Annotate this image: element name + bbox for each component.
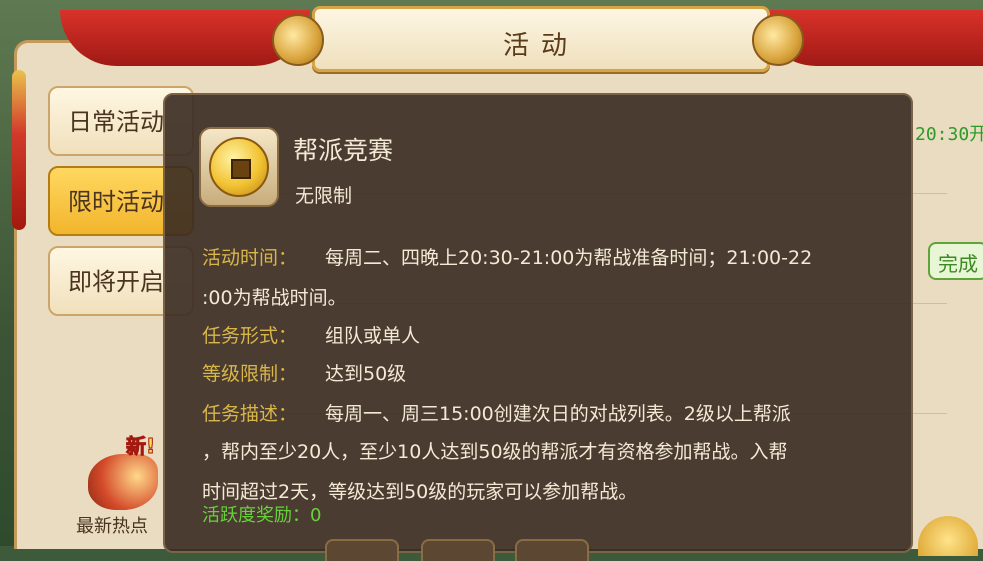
horn-icon: [88, 454, 158, 510]
bottom-button[interactable]: [515, 539, 589, 561]
description-line: 每周一、周三15:00创建次日的对战列表。2级以上帮派: [325, 403, 791, 425]
description-line: ，帮内至少20人，至少10人达到50级的帮派才有资格参加帮战。入帮: [202, 441, 788, 463]
bottom-button[interactable]: [421, 539, 495, 561]
time-value-continued: :00为帮战时间。: [202, 287, 347, 309]
activity-name: 帮派竞赛: [293, 136, 394, 165]
tab-label: 即将开启: [68, 268, 164, 296]
activity-time-hint: 20:30开: [915, 124, 983, 145]
scroll-knob-right-icon: [752, 14, 804, 66]
time-value: 每周二、四晚上20:30-21:00为帮战准备时间；21:00-22: [325, 247, 813, 269]
tab-label: 日常活动: [68, 108, 164, 136]
window-title: 活动: [502, 31, 579, 61]
tab-label: 限时活动: [68, 188, 164, 216]
description-label: 任务描述：: [202, 403, 298, 425]
level-label: 等级限制：: [202, 363, 298, 385]
new-badge: 新!: [125, 434, 156, 459]
activity-icon-frame: [199, 127, 279, 207]
description-line: 时间超过2天，等级达到50级的玩家可以参加帮战。: [202, 481, 638, 503]
complete-button[interactable]: 完成: [928, 242, 983, 280]
activity-detail-tooltip: 帮派竞赛 无限制 活动时间： 每周二、四晚上20:30-21:00为帮战准备时间…: [163, 93, 913, 561]
gold-coin-icon: [209, 137, 269, 197]
form-label: 任务形式：: [202, 325, 298, 347]
time-label: 活动时间：: [202, 247, 298, 269]
activity-limit: 无限制: [295, 185, 353, 207]
tassel-icon: [12, 70, 26, 230]
title-banner: 活动: [312, 6, 770, 72]
scroll-knob-left-icon: [272, 14, 324, 66]
level-value: 达到50级: [325, 363, 407, 385]
news-label: 最新热点: [76, 516, 148, 537]
coin-hole: [231, 159, 251, 179]
activity-reward: 活跃度奖励：0: [202, 505, 322, 526]
bottom-button[interactable]: [325, 539, 399, 561]
form-value: 组队或单人: [325, 325, 421, 347]
